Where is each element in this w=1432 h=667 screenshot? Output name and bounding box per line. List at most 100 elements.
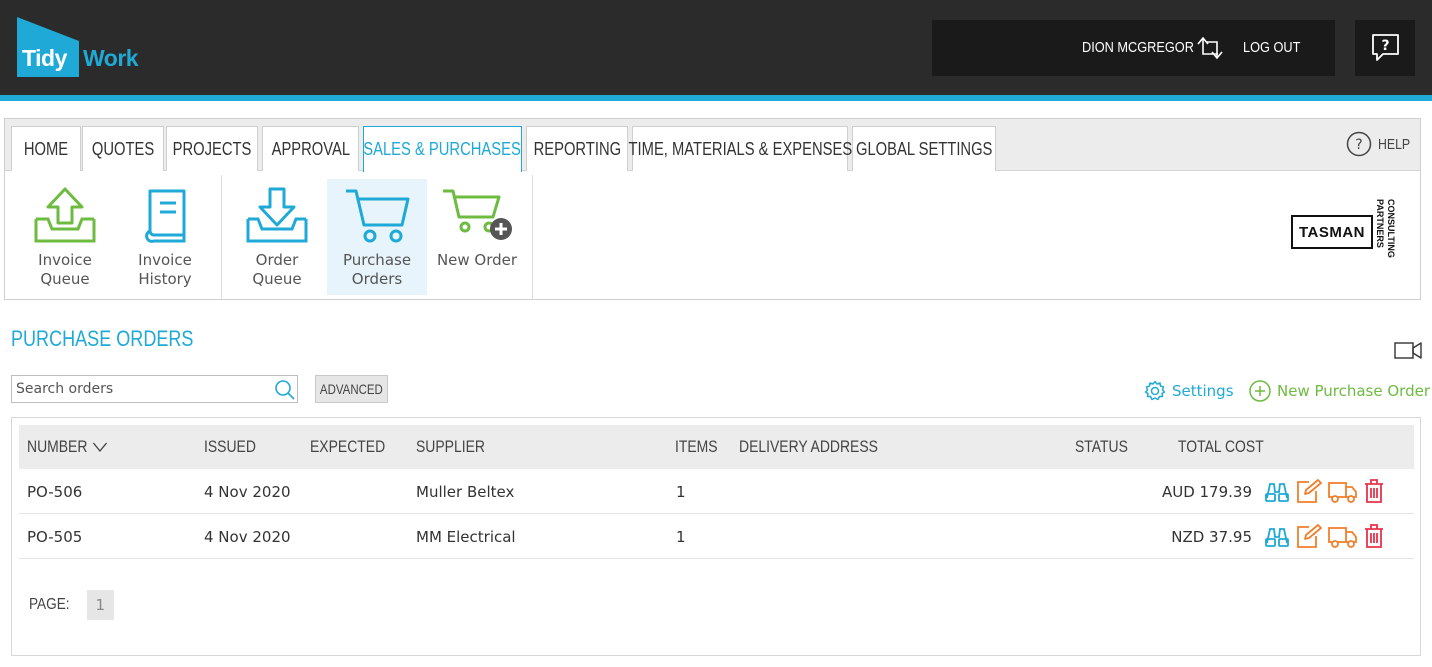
tool-label: Invoice xyxy=(138,251,192,269)
cart-add-icon xyxy=(443,189,512,240)
trash-icon[interactable] xyxy=(1363,523,1385,549)
video-icon[interactable] xyxy=(1394,340,1422,360)
column-header-issued[interactable]: ISSUED xyxy=(204,437,256,457)
purchase-orders-table: NUMBER ISSUED EXPECTED SUPPLIER ITEMS DE… xyxy=(11,417,1421,656)
logout-button[interactable]: LOG OUT xyxy=(1243,39,1300,56)
edit-icon[interactable] xyxy=(1295,523,1323,549)
advanced-search-button[interactable]: ADVANCED xyxy=(315,375,388,403)
cell-total-cost: NZD 37.95 xyxy=(1171,528,1252,546)
settings-link[interactable]: Settings xyxy=(1144,380,1234,402)
new-purchase-order-label: New Purchase Order xyxy=(1277,382,1430,400)
tool-new-order[interactable]: New Order xyxy=(427,179,527,295)
brand-logo-tasman: TASMAN xyxy=(1291,215,1373,249)
column-header-status[interactable]: STATUS xyxy=(1075,437,1128,457)
search-box xyxy=(11,375,298,403)
truck-icon[interactable] xyxy=(1328,478,1358,504)
brand-sub-consulting: CONSULTING xyxy=(1386,199,1396,258)
tool-label: Order xyxy=(255,251,299,269)
download-tray-icon xyxy=(246,187,308,243)
help-chat-icon: ? xyxy=(1372,34,1399,61)
page-number-button[interactable]: 1 xyxy=(86,590,114,620)
cell-number: PO-506 xyxy=(27,483,83,501)
cell-supplier: Muller Beltex xyxy=(416,483,515,501)
pagination: PAGE: 1 xyxy=(29,590,114,620)
gear-icon xyxy=(1144,380,1166,401)
tool-label: Purchase xyxy=(342,251,412,269)
binoculars-icon[interactable] xyxy=(1264,523,1290,549)
tool-invoice-queue[interactable]: Invoice Queue xyxy=(15,179,115,295)
tool-label: Invoice xyxy=(38,251,92,269)
tool-label: Orders xyxy=(351,270,403,288)
truck-icon[interactable] xyxy=(1328,523,1358,549)
tab-projects[interactable]: PROJECTS xyxy=(166,126,258,171)
cell-total-cost: AUD 179.39 xyxy=(1161,483,1252,501)
cell-issued: 4 Nov 2020 xyxy=(204,483,291,501)
tool-label: Queue xyxy=(40,270,90,288)
table-row[interactable]: PO-506 4 Nov 2020 Muller Beltex 1 AUD 17… xyxy=(19,469,1414,514)
upload-tray-icon xyxy=(34,187,96,243)
new-purchase-order-button[interactable]: New Purchase Order xyxy=(1249,380,1430,402)
column-header-delivery-address[interactable]: DELIVERY ADDRESS xyxy=(739,437,878,457)
logo-corner-shape xyxy=(17,17,79,41)
cell-items: 1 xyxy=(676,483,686,501)
row-actions xyxy=(1264,478,1385,504)
help-label: HELP xyxy=(1378,135,1411,153)
tool-invoice-history[interactable]: Invoice History xyxy=(115,179,215,295)
brand-sub-partners: PARTNERS xyxy=(1375,199,1385,248)
svg-text:?: ? xyxy=(1381,38,1389,54)
user-box: DION MCGREGOR LOG OUT xyxy=(932,20,1335,76)
help-circle-icon: ? xyxy=(1346,131,1372,157)
column-header-total-cost[interactable]: TOTAL COST xyxy=(1178,437,1264,457)
switch-arrows-icon[interactable] xyxy=(1194,34,1226,62)
cell-number: PO-505 xyxy=(27,528,83,546)
column-header-items[interactable]: ITEMS xyxy=(675,437,718,457)
nav-panel: HOME QUOTES PROJECTS APPROVAL SALES & PU… xyxy=(4,118,1421,300)
cart-icon xyxy=(346,189,410,243)
cell-items: 1 xyxy=(676,528,686,546)
tool-purchase-orders[interactable]: Purchase Orders xyxy=(327,179,427,295)
tab-quotes[interactable]: QUOTES xyxy=(82,126,164,171)
brand-logo-subtext: CONSULTING PARTNERS xyxy=(1370,199,1410,271)
top-bar: Tidy Work DION MCGREGOR LOG OUT ? xyxy=(0,0,1432,95)
table-header: NUMBER ISSUED EXPECTED SUPPLIER ITEMS DE… xyxy=(19,425,1414,469)
svg-text:?: ? xyxy=(1355,137,1362,153)
column-header-supplier[interactable]: SUPPLIER xyxy=(416,437,485,457)
tool-order-queue[interactable]: Order Queue xyxy=(227,179,327,295)
search-input[interactable] xyxy=(16,379,266,399)
logo-work-text: Work xyxy=(83,45,139,71)
edit-icon[interactable] xyxy=(1295,478,1323,504)
plus-circle-icon xyxy=(1249,380,1271,402)
trash-icon[interactable] xyxy=(1363,478,1385,504)
tab-home[interactable]: HOME xyxy=(11,126,81,171)
help-chat-button[interactable]: ? xyxy=(1355,20,1415,76)
tool-label: New Order xyxy=(436,251,518,269)
column-header-number[interactable]: NUMBER xyxy=(27,437,107,457)
table-row[interactable]: PO-505 4 Nov 2020 MM Electrical 1 NZD 37… xyxy=(19,514,1414,559)
page-label: PAGE: xyxy=(29,596,70,613)
tool-label: Queue xyxy=(252,270,302,288)
tool-label: History xyxy=(138,270,192,288)
tab-time-materials-expenses[interactable]: TIME, MATERIALS & EXPENSES xyxy=(628,126,852,171)
cell-supplier: MM Electrical xyxy=(416,528,516,546)
page-title: PURCHASE ORDERS xyxy=(11,326,194,351)
logo-tidy-text: Tidy xyxy=(22,45,67,71)
chevron-down-icon xyxy=(92,442,107,453)
toolbar-divider xyxy=(532,175,533,299)
user-name[interactable]: DION MCGREGOR xyxy=(1082,39,1194,56)
row-actions xyxy=(1264,523,1385,549)
cell-issued: 4 Nov 2020 xyxy=(204,528,291,546)
tab-approval[interactable]: APPROVAL xyxy=(262,126,359,171)
tab-reporting[interactable]: REPORTING xyxy=(526,126,628,171)
search-icon[interactable] xyxy=(274,379,296,401)
tab-global-settings[interactable]: GLOBAL SETTINGS xyxy=(852,126,996,171)
help-link[interactable]: ? HELP xyxy=(1346,131,1417,157)
column-header-expected[interactable]: EXPECTED xyxy=(310,437,385,457)
tab-row: HOME QUOTES PROJECTS APPROVAL SALES & PU… xyxy=(5,119,1420,172)
settings-label: Settings xyxy=(1172,382,1234,400)
app-logo[interactable]: Tidy xyxy=(17,17,79,77)
top-accent-stripe xyxy=(0,95,1432,101)
binoculars-icon[interactable] xyxy=(1264,478,1290,504)
toolbar-divider xyxy=(221,175,222,299)
book-icon xyxy=(145,189,186,243)
tab-sales-purchases[interactable]: SALES & PURCHASES xyxy=(363,126,522,172)
